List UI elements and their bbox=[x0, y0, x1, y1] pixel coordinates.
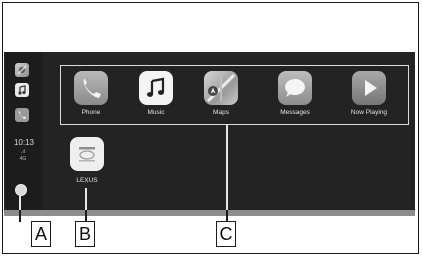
screen-bottom-bezel bbox=[4, 210, 415, 216]
maps-icon[interactable] bbox=[15, 63, 29, 77]
home-button[interactable] bbox=[15, 184, 27, 196]
leader-line-a-lower bbox=[19, 210, 21, 222]
play-icon bbox=[352, 71, 386, 105]
app-lexus[interactable]: LEXUS bbox=[62, 137, 114, 187]
app-now-playing[interactable]: Now Playing bbox=[340, 71, 398, 123]
leader-line-b bbox=[85, 188, 87, 210]
callout-c: C bbox=[216, 221, 236, 247]
app-messages[interactable]: Messages bbox=[266, 71, 324, 123]
phone-icon bbox=[74, 71, 108, 105]
maps-icon bbox=[204, 71, 238, 105]
carplay-screen: 10:13 .ıl 4G Phone Music Maps Messages N… bbox=[4, 52, 415, 210]
lexus-icon bbox=[70, 137, 104, 171]
leader-line-a bbox=[19, 196, 21, 210]
status-sidebar: 10:13 .ıl 4G bbox=[6, 52, 42, 210]
signal-strength: .ıl bbox=[21, 149, 25, 155]
app-music[interactable]: Music bbox=[127, 71, 185, 123]
phone-icon[interactable] bbox=[15, 108, 29, 122]
app-label: Phone bbox=[81, 109, 101, 116]
leader-line-c bbox=[226, 125, 228, 210]
music-icon[interactable] bbox=[15, 83, 29, 97]
network-type: 4G bbox=[19, 156, 27, 162]
messages-icon bbox=[278, 71, 312, 105]
app-label: Now Playing bbox=[350, 109, 388, 116]
app-maps[interactable]: Maps bbox=[192, 71, 250, 123]
app-label: Messages bbox=[280, 109, 310, 116]
callout-a: A bbox=[31, 221, 51, 247]
app-phone[interactable]: Phone bbox=[62, 71, 120, 123]
music-icon bbox=[139, 71, 173, 105]
app-label: Music bbox=[147, 109, 165, 116]
app-label: Maps bbox=[213, 109, 229, 116]
clock-time: 10:13 bbox=[13, 138, 35, 147]
callout-b: B bbox=[75, 221, 95, 247]
app-label: LEXUS bbox=[76, 177, 98, 184]
